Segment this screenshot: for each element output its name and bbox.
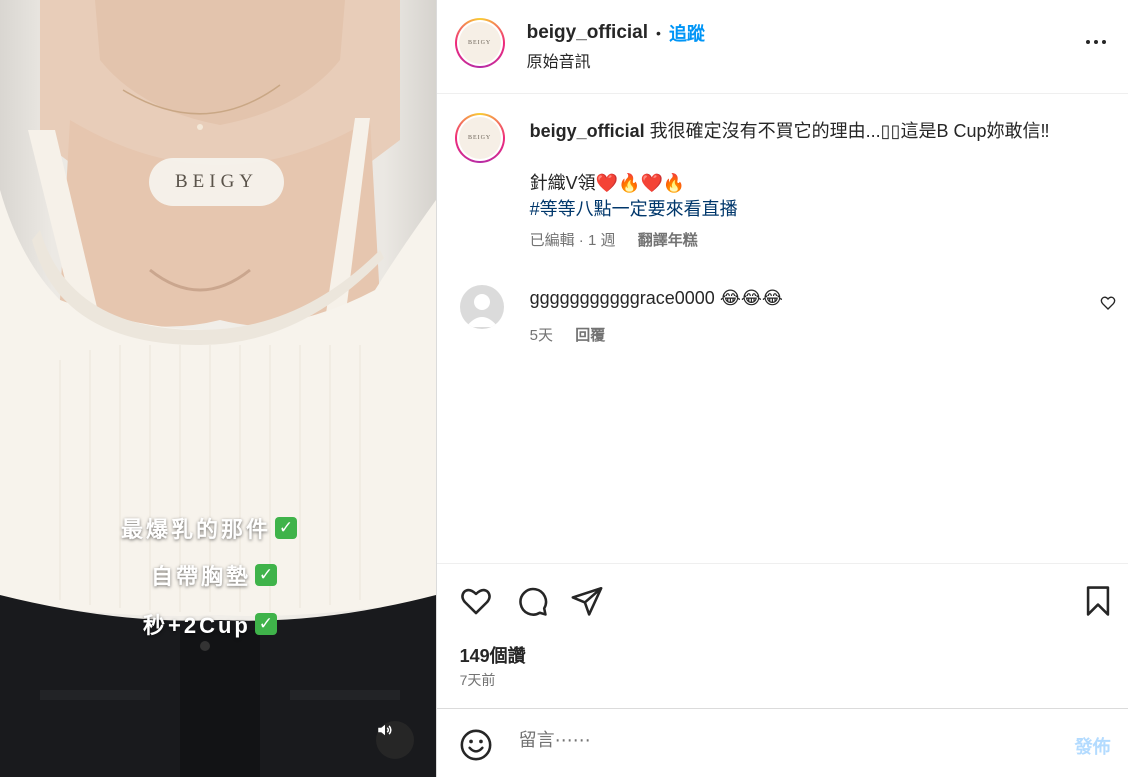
checkmark-icon: ✓ (275, 517, 298, 539)
post-photo (0, 0, 436, 777)
caption: beigy_official 我很確定沒有不買它的理由...▯▯這是B Cup妳… (530, 118, 1100, 254)
translate-link[interactable]: 翻譯年糕 (638, 232, 698, 249)
overlay-text-3: 秒+2Cup (143, 613, 251, 638)
post-header: BEIGY beigy_official • 追蹤 原始音訊 (436, 0, 1128, 94)
avatar-logo: BEIGY (458, 117, 501, 159)
comment-input[interactable] (516, 729, 1021, 752)
checkmark-icon: ✓ (254, 613, 277, 635)
caption-avatar[interactable]: BEIGY (454, 113, 505, 163)
bookmark-icon[interactable] (1081, 584, 1115, 623)
caption-username[interactable]: beigy_official (530, 121, 645, 141)
checkmark-icon: ✓ (255, 564, 278, 586)
like-icon[interactable] (459, 584, 493, 623)
post-sidebar: BEIGY beigy_official • 追蹤 原始音訊 BEIGY bei… (435, 0, 1128, 778)
author-avatar[interactable]: BEIGY (454, 18, 505, 68)
comment-icon[interactable] (515, 584, 549, 623)
hashtag-link[interactable]: #等等八點一定要來看直播 (530, 196, 1100, 222)
separator-dot: • (656, 25, 661, 41)
overlay-line-2: 自帶胸墊 ✓ (151, 559, 278, 591)
audio-label[interactable]: 原始音訊 (527, 48, 591, 72)
overlay-text-2: 自帶胸墊 (151, 564, 252, 589)
comment: gggggggggggrace0000 😂😂😂 (530, 288, 783, 309)
brand-watermark: BEIGY (149, 158, 284, 206)
comment-like-icon[interactable] (1100, 295, 1116, 316)
commenter-avatar[interactable] (459, 285, 504, 329)
caption-body: 我很確定沒有不買它的理由...▯▯這是B Cup妳敢信‼ (649, 121, 1050, 141)
emoji-icon[interactable] (459, 728, 493, 767)
follow-button[interactable]: 追蹤 (669, 20, 705, 46)
share-icon[interactable] (570, 584, 604, 623)
speaker-icon (378, 724, 392, 736)
overlay-text-1: 最爆乳的那件 (121, 517, 272, 542)
comment-username[interactable]: gggggggggggrace0000 (530, 288, 715, 308)
comment-composer: 發佈 (436, 708, 1128, 778)
edited-meta: 已編輯 · 1 週 (529, 232, 616, 249)
post-comment-button[interactable]: 發佈 (1075, 733, 1111, 759)
more-options-icon[interactable] (1084, 30, 1108, 60)
comment-time: 5天 (529, 327, 553, 344)
comment-text: 😂😂😂 (719, 288, 783, 308)
overlay-line-3: 秒+2Cup ✓ (143, 608, 277, 640)
default-avatar-icon (465, 294, 498, 327)
avatar-logo: BEIGY (458, 22, 501, 64)
post-actions: 149個讚 7天前 (436, 563, 1128, 709)
post-time: 7天前 (459, 672, 496, 688)
author-username[interactable]: beigy_official (527, 22, 648, 44)
sound-toggle-button[interactable] (376, 721, 414, 759)
post-media[interactable]: BEIGY 最爆乳的那件 ✓ 自帶胸墊 ✓ 秒+2Cup ✓ (0, 0, 436, 777)
reply-button[interactable]: 回覆 (575, 327, 605, 344)
caption-line2: 針織V領❤️🔥❤️🔥 (529, 173, 686, 193)
like-count[interactable]: 149個讚 (460, 642, 526, 668)
overlay-line-1: 最爆乳的那件 ✓ (121, 512, 298, 544)
